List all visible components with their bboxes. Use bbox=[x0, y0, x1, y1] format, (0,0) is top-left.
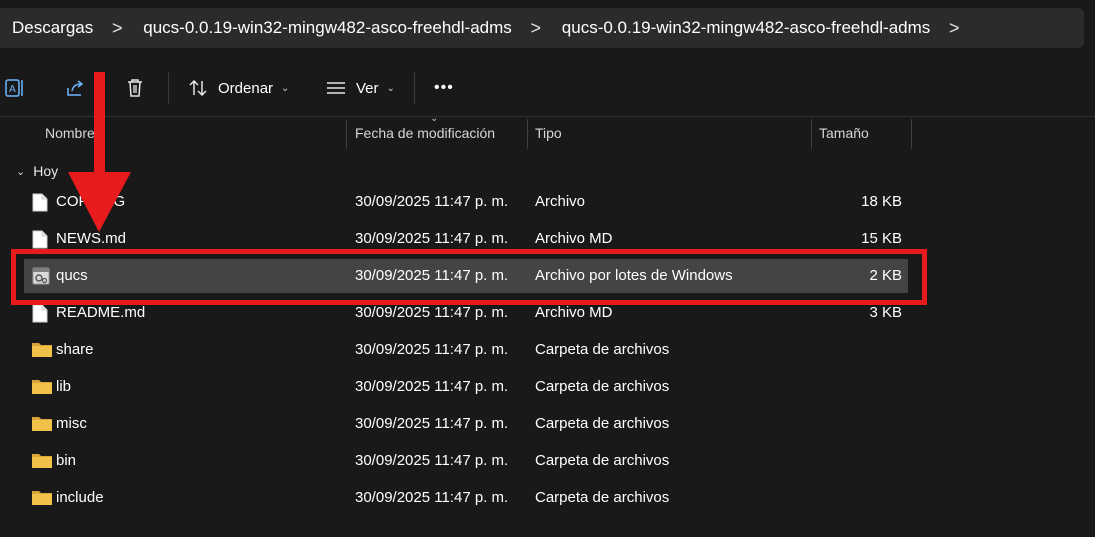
column-headers: ⌄ Nombre Fecha de modificación Tipo Tama… bbox=[0, 113, 1095, 149]
toolbar-divider bbox=[168, 72, 169, 104]
file-name: include bbox=[56, 489, 104, 506]
folder-icon bbox=[32, 378, 52, 398]
chevron-down-icon: ⌄ bbox=[16, 165, 26, 178]
folder-icon bbox=[32, 341, 52, 361]
file-icon bbox=[32, 193, 48, 216]
svg-text:A: A bbox=[9, 84, 16, 95]
sort-icon bbox=[188, 78, 208, 98]
column-resize-handle[interactable] bbox=[811, 119, 812, 149]
file-size bbox=[822, 370, 902, 404]
file-row[interactable]: bin 30/09/2025 11:47 p. m. Carpeta de arch… bbox=[24, 444, 908, 478]
folder-icon bbox=[32, 452, 52, 472]
file-row[interactable]: share 30/09/2025 11:47 p. m. Carpeta de ar… bbox=[24, 333, 908, 367]
file-size: 18 KB bbox=[861, 193, 902, 210]
chevron-down-icon: ⌄ bbox=[386, 82, 395, 94]
file-size bbox=[822, 407, 902, 441]
breadcrumb-item-parent-folder[interactable]: qucs-0.0.19-win32-mingw482-asco-freehdl-… bbox=[131, 18, 522, 38]
view-label: Ver bbox=[356, 79, 379, 97]
file-type: Carpeta de archivos bbox=[535, 489, 670, 506]
file-modified: 30/09/2025 11:47 p. m. bbox=[355, 489, 509, 506]
breadcrumb-item-descargas[interactable]: Descargas bbox=[0, 18, 103, 38]
annotation-highlight-box bbox=[11, 249, 927, 305]
folder-icon bbox=[32, 489, 52, 509]
rename-button[interactable]: A bbox=[4, 60, 26, 116]
column-resize-handle[interactable] bbox=[911, 119, 912, 149]
column-header-type[interactable]: Tipo bbox=[535, 117, 562, 149]
annotation-arrow-icon bbox=[68, 72, 131, 232]
breadcrumb-separator-icon[interactable]: > bbox=[522, 18, 550, 39]
group-header-today[interactable]: ⌄ Hoy bbox=[16, 158, 58, 184]
sort-button[interactable]: Ordenar ⌄ bbox=[188, 60, 289, 116]
file-name: share bbox=[56, 341, 94, 358]
column-resize-handle[interactable] bbox=[346, 119, 347, 149]
file-modified: 30/09/2025 11:47 p. m. bbox=[355, 341, 509, 358]
command-bar: A Ordenar ⌄ Ver ⌄ ••• bbox=[0, 60, 1095, 116]
file-name: lib bbox=[56, 378, 72, 395]
file-type: Carpeta de archivos bbox=[535, 378, 670, 395]
file-size bbox=[822, 444, 902, 478]
file-modified: 30/09/2025 11:47 p. m. bbox=[355, 452, 509, 469]
column-header-modified[interactable]: Fecha de modificación bbox=[355, 117, 495, 149]
sort-label: Ordenar bbox=[218, 79, 274, 97]
file-modified: 30/09/2025 11:47 p. m. bbox=[355, 415, 509, 432]
file-row[interactable]: misc 30/09/2025 11:47 p. m. Carpeta de arc… bbox=[24, 407, 908, 441]
file-size bbox=[822, 481, 902, 515]
file-icon bbox=[32, 304, 48, 327]
file-row[interactable]: include 30/09/2025 11:47 p. m. Carpeta de … bbox=[24, 481, 908, 515]
view-icon bbox=[326, 78, 346, 98]
file-type: Carpeta de archivos bbox=[535, 415, 670, 432]
column-resize-handle[interactable] bbox=[527, 119, 528, 149]
file-size bbox=[822, 333, 902, 367]
breadcrumb: Descargas > qucs-0.0.19-win32-mingw482-a… bbox=[0, 8, 1084, 48]
breadcrumb-expand-icon[interactable]: > bbox=[940, 18, 968, 39]
file-row[interactable]: COPYING30/09/2025 11:47 p. m.Archivo18 K… bbox=[24, 185, 908, 219]
column-header-size[interactable]: Tamaño bbox=[819, 117, 869, 149]
more-options-button[interactable]: ••• bbox=[434, 60, 454, 116]
file-name: misc bbox=[56, 415, 87, 432]
file-modified: 30/09/2025 11:47 p. m. bbox=[355, 193, 509, 210]
file-type: Archivo bbox=[535, 193, 586, 210]
file-row[interactable]: lib 30/09/2025 11:47 p. m. Carpeta de arch… bbox=[24, 370, 908, 404]
file-modified: 30/09/2025 11:47 p. m. bbox=[355, 378, 509, 395]
file-type: Carpeta de archivos bbox=[535, 452, 670, 469]
breadcrumb-separator-icon[interactable]: > bbox=[103, 18, 131, 39]
view-button[interactable]: Ver ⌄ bbox=[326, 60, 395, 116]
folder-icon bbox=[32, 415, 52, 435]
group-label: Hoy bbox=[33, 163, 59, 179]
file-type: Carpeta de archivos bbox=[535, 341, 670, 358]
file-name: bin bbox=[56, 452, 77, 469]
toolbar-divider bbox=[414, 72, 415, 104]
rename-icon: A bbox=[4, 77, 26, 99]
breadcrumb-item-current-folder[interactable]: qucs-0.0.19-win32-mingw482-asco-freehdl-… bbox=[550, 18, 941, 38]
chevron-down-icon: ⌄ bbox=[281, 82, 290, 94]
